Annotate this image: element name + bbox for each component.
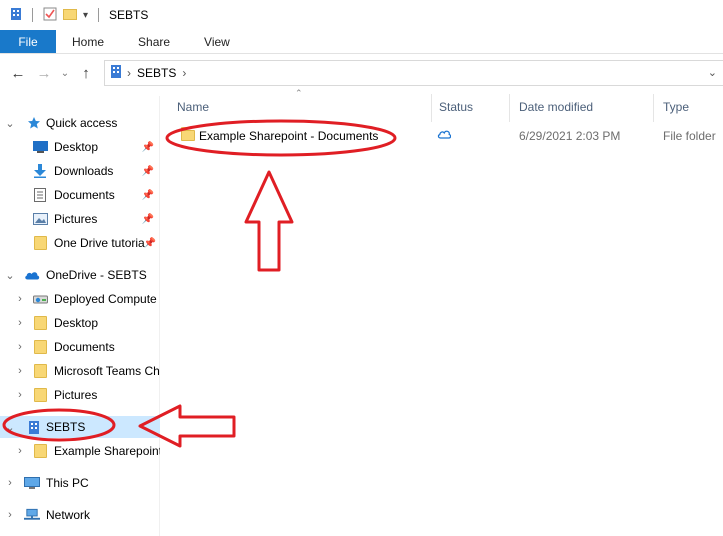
nav-deployed-compute[interactable]: › Deployed Compute <box>0 288 160 310</box>
breadcrumb-chevron-icon[interactable]: › <box>127 66 131 80</box>
column-divider[interactable] <box>509 94 510 122</box>
folder-icon <box>32 315 48 331</box>
nav-pictures[interactable]: Pictures 📌 <box>0 208 160 230</box>
column-header-name[interactable]: Name <box>177 100 209 114</box>
expand-chevron-icon[interactable]: ⌄ <box>4 421 16 434</box>
column-divider[interactable] <box>653 94 654 122</box>
folder-icon <box>32 387 48 403</box>
sebts-building-icon[interactable] <box>10 7 22 24</box>
nav-microsoft-teams[interactable]: › Microsoft Teams Ch <box>0 360 160 382</box>
nav-desktop[interactable]: Desktop 📌 <box>0 136 160 158</box>
file-date-modified: 6/29/2021 2:03 PM <box>519 129 621 143</box>
recent-locations-chevron-icon[interactable]: ⌄ <box>58 60 72 86</box>
star-icon <box>26 115 42 131</box>
network-icon <box>24 507 40 523</box>
customize-toolbar-dropdown-icon[interactable]: ▾ <box>83 10 88 21</box>
nav-quick-access[interactable]: ⌄ Quick access <box>0 112 160 134</box>
back-arrow-icon[interactable]: ← <box>8 60 28 86</box>
folder-icon <box>32 235 48 251</box>
pin-icon[interactable]: 📌 <box>144 238 156 249</box>
network-drive-icon <box>32 291 48 307</box>
toolbar-separator <box>98 8 100 22</box>
navigation-bar: ← → ⌄ ↑ › SEBTS › ⌄ <box>0 58 723 88</box>
nav-network[interactable]: › Network <box>0 504 160 526</box>
expand-chevron-icon[interactable]: › <box>4 509 16 521</box>
breadcrumb-sebts[interactable]: SEBTS <box>137 66 176 80</box>
expand-chevron-icon[interactable]: › <box>14 341 26 353</box>
downloads-icon <box>32 163 48 179</box>
pin-icon[interactable]: 📌 <box>142 166 154 177</box>
column-header-type[interactable]: Type <box>663 100 689 114</box>
folder-icon <box>32 363 48 379</box>
folder-icon <box>32 443 48 459</box>
desktop-icon <box>32 139 48 155</box>
nav-quick-access-label: Quick access <box>46 116 118 130</box>
forward-arrow-icon[interactable]: → <box>34 60 54 86</box>
expand-chevron-icon[interactable]: › <box>14 365 26 377</box>
nav-onedrive-pictures[interactable]: › Pictures <box>0 384 160 406</box>
sebts-building-icon <box>111 65 121 81</box>
column-header-status[interactable]: Status <box>439 100 473 114</box>
tab-view[interactable]: View <box>188 30 248 53</box>
tab-share[interactable]: Share <box>122 30 188 53</box>
expand-chevron-icon[interactable]: › <box>14 445 26 457</box>
nav-one-drive-tutorial[interactable]: One Drive tutoria 📌 <box>0 232 160 254</box>
sebts-building-icon <box>26 419 42 435</box>
expand-chevron-icon[interactable]: › <box>14 389 26 401</box>
tab-file[interactable]: File <box>0 30 56 53</box>
folder-icon <box>32 339 48 355</box>
cloud-status-icon <box>437 128 452 142</box>
folder-icon <box>181 127 195 144</box>
file-type: File folder <box>663 129 716 143</box>
window-title: SEBTS <box>109 8 149 22</box>
nav-onedrive[interactable]: ⌄ OneDrive - SEBTS <box>0 264 160 286</box>
address-bar[interactable]: › SEBTS › ⌄ <box>104 60 723 86</box>
nav-this-pc[interactable]: › This PC <box>0 472 160 494</box>
nav-sebts[interactable]: ⌄ SEBTS <box>0 416 160 438</box>
expand-chevron-icon[interactable]: ⌄ <box>4 117 16 130</box>
new-folder-icon[interactable] <box>63 7 77 23</box>
expand-chevron-icon[interactable]: ⌄ <box>4 269 16 282</box>
pictures-icon <box>32 211 48 227</box>
expand-chevron-icon[interactable]: › <box>14 293 26 305</box>
nav-downloads[interactable]: Downloads 📌 <box>0 160 160 182</box>
toolbar-separator <box>32 8 33 22</box>
nav-documents[interactable]: Documents 📌 <box>0 184 160 206</box>
nav-example-sharepoint[interactable]: › Example Sharepoint <box>0 440 160 462</box>
address-dropdown-icon[interactable]: ⌄ <box>708 66 717 79</box>
documents-icon <box>32 187 48 203</box>
properties-icon[interactable] <box>43 7 57 24</box>
nav-onedrive-documents[interactable]: › Documents <box>0 336 160 358</box>
pin-icon[interactable]: 📌 <box>142 190 154 201</box>
column-header-date-modified[interactable]: Date modified <box>519 100 593 114</box>
ribbon-tabs: File Home Share View <box>0 30 723 54</box>
expand-chevron-icon[interactable]: › <box>4 477 16 489</box>
expand-chevron-icon[interactable]: › <box>14 317 26 329</box>
pin-icon[interactable]: 📌 <box>142 214 154 225</box>
column-divider[interactable] <box>431 94 432 122</box>
nav-onedrive-desktop[interactable]: › Desktop <box>0 312 160 334</box>
sort-ascending-icon: ⌃ <box>295 88 303 98</box>
computer-icon <box>24 475 40 491</box>
breadcrumb-chevron-icon[interactable]: › <box>182 66 186 80</box>
file-list: ⌃ Name Status Date modified Type Example… <box>161 88 723 536</box>
onedrive-cloud-icon <box>24 267 40 283</box>
navigation-pane: ⌄ Quick access Desktop 📌 Downloads 📌 Doc… <box>0 96 160 536</box>
file-name: Example Sharepoint - Documents <box>199 129 379 143</box>
file-row[interactable]: Example Sharepoint - Documents 6/29/2021… <box>161 126 723 148</box>
quick-access-toolbar: ▾ <box>10 7 103 24</box>
up-arrow-icon[interactable]: ↑ <box>76 60 96 86</box>
title-bar: ▾ SEBTS <box>0 0 723 30</box>
tab-home[interactable]: Home <box>56 30 122 53</box>
pin-icon[interactable]: 📌 <box>142 142 154 153</box>
